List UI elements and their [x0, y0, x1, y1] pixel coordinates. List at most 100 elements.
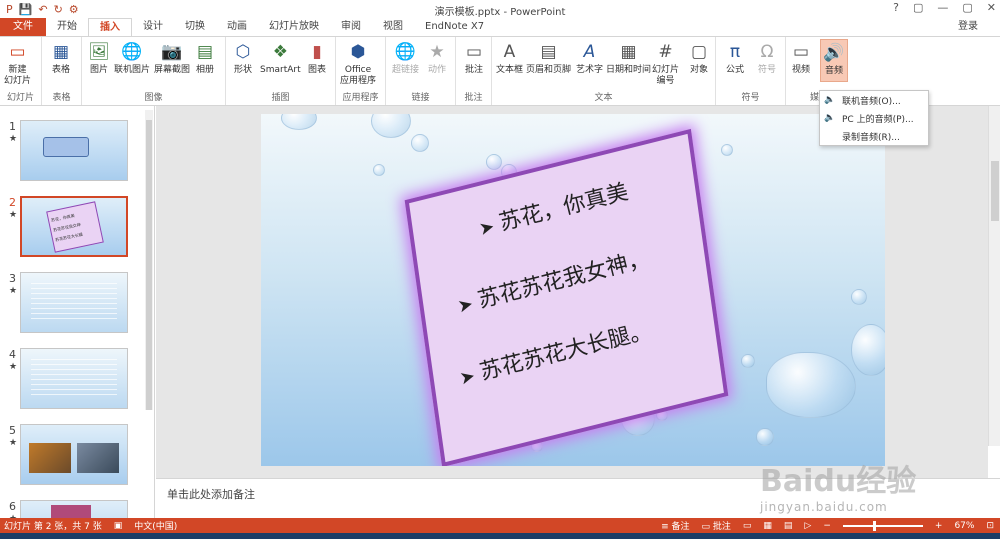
zoom-level[interactable]: 67%: [954, 521, 974, 531]
thumbnail-photo: [29, 443, 71, 473]
tab-file[interactable]: 文件: [0, 18, 46, 36]
object-icon: ▢: [690, 42, 708, 62]
slide-thumbnail-1[interactable]: 1 ★: [0, 114, 145, 182]
thumbnail-preview: 苏花，你真美 苏花苏花我女神 苏花苏花大长腿: [20, 196, 128, 257]
online-picture-icon: 🌐: [121, 42, 143, 62]
smartart-button[interactable]: ❖ SmartArt: [260, 41, 301, 76]
slide-thumbnail-4[interactable]: 4 ★: [0, 342, 145, 410]
slide-thumbnail-3[interactable]: 3 ★: [0, 266, 145, 334]
thumbnail-photo: [51, 505, 91, 518]
thumbnail-preview: [20, 424, 128, 485]
notes-toggle-button[interactable]: ≡ 备注: [661, 519, 689, 532]
menu-item-record-audio[interactable]: 录制音频(R)...: [820, 127, 928, 145]
maximize-icon[interactable]: ▢: [962, 1, 972, 14]
audio-button[interactable]: 🔊 音频: [820, 39, 848, 82]
tab-home[interactable]: 开始: [46, 18, 88, 36]
thumbnail-preview: [20, 272, 128, 333]
zoom-out-icon[interactable]: −: [823, 521, 831, 531]
equation-icon: π: [729, 42, 741, 62]
table-button[interactable]: ▦ 表格: [50, 41, 72, 76]
language-status[interactable]: 中文(中国): [134, 519, 177, 532]
login-link[interactable]: 登录: [958, 18, 1000, 36]
tab-insert[interactable]: 插入: [88, 18, 132, 36]
screenshot-button[interactable]: 📷 屏幕截图: [154, 41, 190, 76]
tab-view[interactable]: 视图: [372, 18, 414, 36]
shapes-icon: ⬡: [235, 42, 251, 62]
audio-icon: 🔊: [823, 43, 845, 63]
slide-thumbnail-2[interactable]: 2 ★ 苏花，你真美 苏花苏花我女神 苏花苏花大长腿: [0, 190, 145, 258]
help-icon[interactable]: ?: [893, 1, 899, 14]
tab-animations[interactable]: 动画: [216, 18, 258, 36]
date-time-button[interactable]: ▦ 日期和时间: [606, 41, 651, 76]
status-bar: 幻灯片 第 2 张，共 7 张 ▣ 中文(中国) ≡ 备注 ▭ 批注 ▭ ▦ ▤…: [0, 518, 1000, 533]
speaker-icon: 🔈: [824, 95, 836, 105]
zoom-slider[interactable]: [842, 520, 923, 531]
thumbnail-preview: [20, 500, 128, 518]
picture-button[interactable]: 🖼 图片: [88, 41, 110, 76]
action-button[interactable]: ★ 动作: [426, 41, 448, 76]
video-button[interactable]: ▭ 视频: [790, 41, 812, 76]
group-links: 🌐 超链接 ★ 动作 链接: [386, 37, 456, 105]
zoom-in-icon[interactable]: +: [935, 521, 943, 531]
arrow-bullet-icon: ➤: [457, 365, 478, 390]
object-button[interactable]: ▢ 对象: [688, 41, 710, 76]
symbol-button[interactable]: Ω 符号: [756, 41, 778, 76]
tab-slideshow[interactable]: 幻灯片放映: [258, 18, 330, 36]
editor-scrollbar[interactable]: [988, 106, 1000, 446]
album-button[interactable]: ▤ 相册: [194, 41, 216, 76]
arrow-bullet-icon: ➤: [455, 293, 476, 318]
animation-star-icon: ★: [9, 362, 18, 372]
tab-design[interactable]: 设计: [132, 18, 174, 36]
reading-view-icon[interactable]: ▤: [784, 521, 793, 531]
slide-number-button[interactable]: # 幻灯片 编号: [652, 41, 679, 87]
window-title: 演示模板.pptx - PowerPoint: [434, 7, 566, 18]
close-icon[interactable]: ✕: [987, 1, 996, 14]
comment-button[interactable]: ▭ 批注: [463, 41, 485, 76]
water-drop: [741, 354, 755, 368]
slide-thumbnail-6[interactable]: 6 ★: [0, 494, 145, 518]
wordart-button[interactable]: A 艺术字: [576, 41, 603, 76]
ribbon-display-icon[interactable]: ▢: [913, 1, 923, 14]
tab-transitions[interactable]: 切换: [174, 18, 216, 36]
spellcheck-icon[interactable]: ▣: [114, 521, 123, 531]
slide-sorter-icon[interactable]: ▦: [763, 521, 772, 531]
tab-endnote[interactable]: EndNote X7: [414, 18, 495, 36]
menu-item-pc-audio[interactable]: 🔈 PC 上的音频(P)...: [820, 109, 928, 127]
thumbnail-preview: [20, 120, 128, 181]
header-footer-button[interactable]: ▤ 页眉和页脚: [526, 41, 571, 76]
tab-review[interactable]: 审阅: [330, 18, 372, 36]
thumbnail-text-lines: [31, 359, 117, 399]
normal-view-icon[interactable]: ▭: [743, 521, 752, 531]
group-text: A 文本框 ▤ 页眉和页脚 A 艺术字 ▦ 日期和时间 # 幻灯片 编号 ▢ 对…: [492, 37, 716, 105]
group-comments: ▭ 批注 批注: [456, 37, 492, 105]
arrow-bullet-icon: ➤: [477, 216, 497, 241]
online-picture-button[interactable]: 🌐 联机图片: [114, 41, 150, 76]
minimize-icon[interactable]: —: [937, 1, 948, 14]
album-icon: ▤: [196, 42, 214, 62]
equation-button[interactable]: π 公式: [724, 41, 746, 76]
comments-toggle-button[interactable]: ▭ 批注: [701, 519, 730, 532]
textbox-icon: A: [503, 42, 516, 62]
animation-star-icon: ★: [9, 210, 18, 220]
ribbon-tabs: 文件 开始 插入 设计 切换 动画 幻灯片放映 审阅 视图 EndNote X7…: [0, 18, 1000, 36]
current-slide[interactable]: ➤苏花，你真美 ➤苏花苏花我女神， ➤苏花苏花大长腿。: [261, 114, 885, 466]
speaker-icon: 🔈: [824, 113, 836, 123]
water-drop: [371, 114, 411, 138]
slide-count-status: 幻灯片 第 2 张，共 7 张: [4, 522, 102, 532]
textbox-button[interactable]: A 文本框: [496, 41, 523, 76]
thumbnails-scrollbar[interactable]: [145, 110, 153, 410]
fit-slide-icon[interactable]: ⊡: [986, 521, 994, 531]
scrollbar-thumb[interactable]: [146, 120, 152, 410]
header-footer-icon: ▤: [540, 42, 557, 62]
shapes-button[interactable]: ⬡ 形状: [232, 41, 254, 76]
new-slide-button[interactable]: ▭ 新建 幻灯片: [4, 41, 31, 87]
scrollbar-thumb[interactable]: [991, 161, 999, 221]
slide-thumbnail-5[interactable]: 5 ★: [0, 418, 145, 486]
chart-button[interactable]: ▮ 图表: [306, 41, 328, 76]
office-apps-button[interactable]: ⬢ Office 应用程序: [340, 41, 376, 87]
thumbnail-preview: [20, 348, 128, 409]
hyperlink-button[interactable]: 🌐 超链接: [392, 41, 419, 76]
screenshot-icon: 📷: [161, 42, 183, 62]
menu-item-online-audio[interactable]: 🔈 联机音频(O)...: [820, 91, 928, 109]
slideshow-icon[interactable]: ▷: [804, 521, 811, 531]
